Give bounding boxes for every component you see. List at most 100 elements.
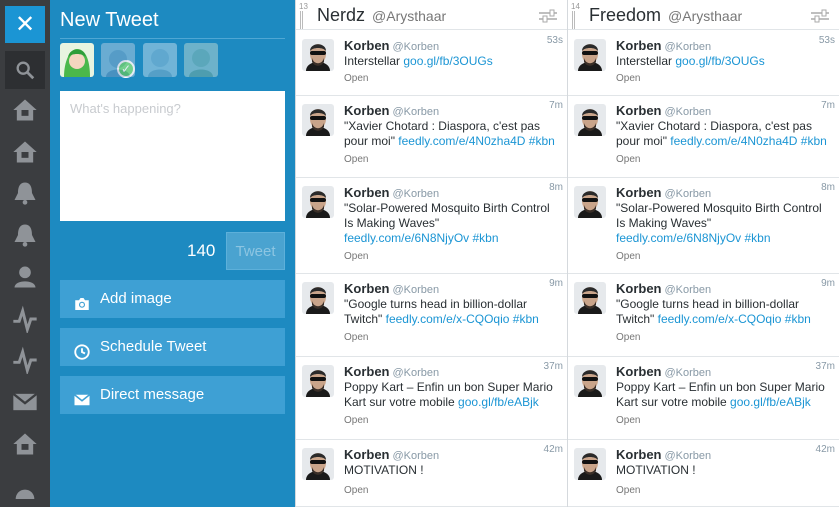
drag-handle[interactable] xyxy=(300,11,303,29)
tweet-link[interactable]: feedly.com/e/x-CQOqio xyxy=(386,312,510,326)
column-title[interactable]: Nerdz @Arysthaar xyxy=(317,5,446,26)
drag-handle[interactable] xyxy=(572,11,575,29)
tweet-item[interactable]: Korben @Korben 42m MOTIVATION ! Open xyxy=(296,440,567,507)
tweet-timestamp[interactable]: 7m xyxy=(821,100,835,111)
tweet-item[interactable]: Korben @Korben 7m "Xavier Chotard : Diaspor… xyxy=(568,96,839,178)
tweet-author[interactable]: Korben @Korben xyxy=(616,103,711,118)
tweet-timestamp[interactable]: 8m xyxy=(549,182,563,193)
open-tweet-link[interactable]: Open xyxy=(616,415,640,426)
tweet-timestamp[interactable]: 37m xyxy=(816,361,835,372)
user-icon[interactable] xyxy=(11,263,39,291)
tweet-author[interactable]: Korben @Korben xyxy=(616,38,711,53)
tweet-item[interactable]: Korben @Korben 9m "Google turns head in bil… xyxy=(568,274,839,357)
avatar[interactable] xyxy=(574,186,606,218)
tweet-author[interactable]: Korben @Korben xyxy=(344,447,439,462)
avatar[interactable] xyxy=(302,186,334,218)
tweet-hashtag[interactable]: #kbn xyxy=(741,231,770,245)
tweet-timestamp[interactable]: 37m xyxy=(544,361,563,372)
avatar[interactable] xyxy=(302,448,334,480)
home-icon[interactable] xyxy=(11,96,39,124)
tweet-item[interactable]: Korben @Korben 53s Interstellar goo.gl/fb/3… xyxy=(296,31,567,96)
tweet-timestamp[interactable]: 53s xyxy=(819,35,835,46)
more-icon[interactable] xyxy=(11,478,39,506)
tweet-author[interactable]: Korben @Korben xyxy=(616,447,711,462)
tweet-timestamp[interactable]: 9m xyxy=(549,278,563,289)
tweet-hashtag[interactable]: #kbn xyxy=(525,134,555,148)
avatar[interactable] xyxy=(574,448,606,480)
avatar[interactable] xyxy=(302,365,334,397)
schedule-tweet-button[interactable]: Schedule Tweet xyxy=(60,328,285,366)
column-settings-icon[interactable] xyxy=(811,9,829,23)
search-button[interactable] xyxy=(5,51,45,89)
tweet-item[interactable]: Korben @Korben 8m "Solar-Powered Mosquito B… xyxy=(296,178,567,274)
tweet-item[interactable]: Korben @Korben 37m Poppy Kart – Enfin un bo… xyxy=(296,357,567,440)
tweet-author[interactable]: Korben @Korben xyxy=(616,185,711,200)
open-tweet-link[interactable]: Open xyxy=(344,332,368,343)
avatar[interactable] xyxy=(302,104,334,136)
tweet-link[interactable]: feedly.com/e/4N0zha4D xyxy=(670,134,797,148)
close-compose-button[interactable]: ✕ xyxy=(5,6,45,43)
avatar[interactable] xyxy=(574,104,606,136)
tweet-item[interactable]: Korben @Korben 37m Poppy Kart – Enfin un bo… xyxy=(568,357,839,440)
avatar[interactable] xyxy=(574,39,606,71)
bell-icon[interactable] xyxy=(11,179,39,207)
tweet-link[interactable]: feedly.com/e/6N8NjyOv xyxy=(616,231,741,245)
tweet-author[interactable]: Korben @Korben xyxy=(344,103,439,118)
add-image-button[interactable]: Add image xyxy=(60,280,285,318)
account-avatar[interactable] xyxy=(101,43,135,77)
tweet-text-input[interactable] xyxy=(60,91,285,221)
tweet-hashtag[interactable]: #kbn xyxy=(797,134,827,148)
direct-message-button[interactable]: Direct message xyxy=(60,376,285,414)
avatar[interactable] xyxy=(574,365,606,397)
avatar[interactable] xyxy=(302,39,334,71)
tweet-timestamp[interactable]: 42m xyxy=(544,444,563,455)
open-tweet-link[interactable]: Open xyxy=(344,251,368,262)
tweet-timestamp[interactable]: 53s xyxy=(547,35,563,46)
tweet-item[interactable]: Korben @Korben 53s Interstellar goo.gl/fb/3… xyxy=(568,31,839,96)
open-tweet-link[interactable]: Open xyxy=(616,332,640,343)
tweet-timestamp[interactable]: 8m xyxy=(821,182,835,193)
tweet-hashtag[interactable]: #kbn xyxy=(509,312,539,326)
tweet-author[interactable]: Korben @Korben xyxy=(344,364,439,379)
open-tweet-link[interactable]: Open xyxy=(616,73,640,84)
tweet-link[interactable]: feedly.com/e/6N8NjyOv xyxy=(344,231,469,245)
tweet-author[interactable]: Korben @Korben xyxy=(616,281,711,296)
column-title[interactable]: Freedom @Arysthaar xyxy=(589,5,742,26)
tweet-link[interactable]: feedly.com/e/x-CQOqio xyxy=(658,312,782,326)
avatar[interactable] xyxy=(302,282,334,314)
tweet-item[interactable]: Korben @Korben 8m "Solar-Powered Mosquito B… xyxy=(568,178,839,274)
open-tweet-link[interactable]: Open xyxy=(344,73,368,84)
account-avatar-selected[interactable] xyxy=(60,43,94,77)
tweet-timestamp[interactable]: 42m xyxy=(816,444,835,455)
open-tweet-link[interactable]: Open xyxy=(344,154,368,165)
tweet-author[interactable]: Korben @Korben xyxy=(344,38,439,53)
tweet-item[interactable]: Korben @Korben 7m "Xavier Chotard : Diaspor… xyxy=(296,96,567,178)
mail-icon[interactable] xyxy=(11,388,39,416)
tweet-item[interactable]: Korben @Korben 42m MOTIVATION ! Open xyxy=(568,440,839,507)
open-tweet-link[interactable]: Open xyxy=(344,485,368,496)
account-avatar[interactable] xyxy=(184,43,218,77)
column-settings-icon[interactable] xyxy=(539,9,557,23)
tweet-timestamp[interactable]: 9m xyxy=(821,278,835,289)
tweet-author[interactable]: Korben @Korben xyxy=(344,281,439,296)
tweet-author[interactable]: Korben @Korben xyxy=(616,364,711,379)
open-tweet-link[interactable]: Open xyxy=(344,415,368,426)
bell-icon[interactable] xyxy=(11,221,39,249)
open-tweet-link[interactable]: Open xyxy=(616,485,640,496)
send-tweet-button[interactable]: Tweet xyxy=(226,232,285,270)
activity-icon[interactable] xyxy=(11,346,39,376)
tweet-author[interactable]: Korben @Korben xyxy=(344,185,439,200)
tweet-hashtag[interactable]: #kbn xyxy=(781,312,811,326)
account-avatar[interactable] xyxy=(143,43,177,77)
home-icon[interactable] xyxy=(11,430,39,458)
home-icon[interactable] xyxy=(11,138,39,166)
activity-icon[interactable] xyxy=(11,305,39,335)
tweet-link[interactable]: goo.gl/fb/eABjk xyxy=(458,395,539,409)
tweet-link[interactable]: goo.gl/fb/eABjk xyxy=(730,395,811,409)
tweet-hashtag[interactable]: #kbn xyxy=(469,231,498,245)
tweet-item[interactable]: Korben @Korben 9m "Google turns head in bil… xyxy=(296,274,567,357)
tweet-link[interactable]: goo.gl/fb/3OUGs xyxy=(675,54,764,68)
tweet-link[interactable]: feedly.com/e/4N0zha4D xyxy=(398,134,525,148)
open-tweet-link[interactable]: Open xyxy=(616,251,640,262)
tweet-timestamp[interactable]: 7m xyxy=(549,100,563,111)
